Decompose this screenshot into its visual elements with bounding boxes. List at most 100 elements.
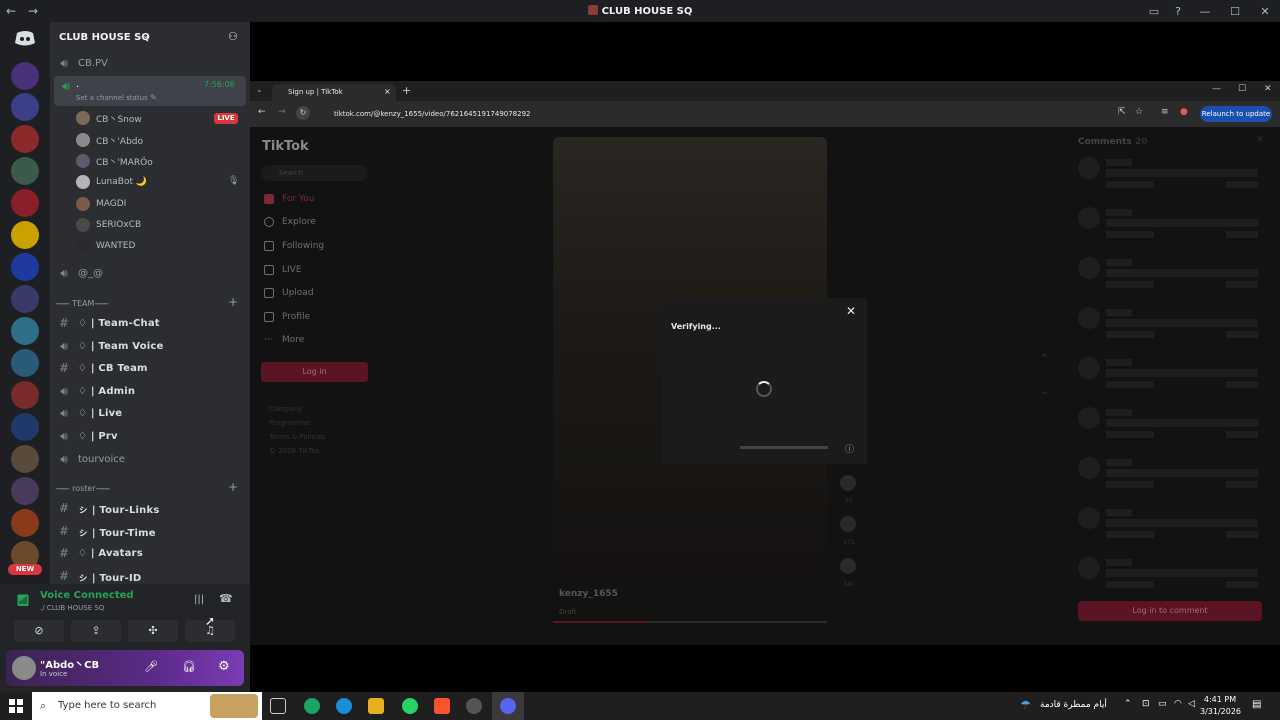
server-icon[interactable] [11,285,39,313]
windows-start-icon[interactable] [9,699,23,713]
comment-icon[interactable] [840,475,856,491]
category-team[interactable]: -̶-̶-̶-̶ TEAM -̶-̶-̶-̶ [58,299,109,308]
channel-active[interactable]: 🔊︎ . 7:56:06 Set a channel status ✎ [54,76,246,106]
footer-link[interactable]: Programme [269,419,310,427]
channel-admin[interactable]: 🔊︎ ♢ | Admin [54,381,246,401]
channel-tour-time[interactable]: # ㇱ | Tour-Time [54,521,246,541]
server-icon[interactable] [11,253,39,281]
maximize-button[interactable]: ☐ [1220,5,1250,18]
nav-more[interactable]: ··· More [264,335,304,345]
server-icon[interactable] [11,509,39,537]
back-arrow-icon[interactable]: ← [258,107,266,117]
file-explorer-icon[interactable] [368,698,384,714]
browser-tab[interactable]: Sign up | TikTok × [272,84,396,101]
footer-link[interactable]: Terms & Policies [269,433,325,441]
server-icon[interactable] [11,62,39,90]
new-tab-icon[interactable]: + [402,84,411,97]
channel-avatars[interactable]: # ♢ | Avatars [54,543,246,563]
close-button[interactable]: ✕ [1264,84,1272,94]
server-icon[interactable] [11,189,39,217]
chevron-up-icon[interactable]: ⌃ [1124,699,1132,709]
channel-cbpv[interactable]: 🔊︎ CB.PV [54,53,246,73]
headphones-icon[interactable]: 🎧︎ [182,660,196,673]
noise-suppression-icon[interactable]: ||| [194,594,204,605]
disconnect-icon[interactable]: ☎ [219,592,233,605]
activities-button[interactable]: ✣ [128,620,178,642]
volume-icon[interactable]: ◁ [1188,699,1195,709]
nav-live[interactable]: LIVE [264,265,302,275]
voice-user[interactable]: CB丶Snow [76,108,142,128]
nav-profile[interactable]: Profile [264,312,310,322]
app-icon[interactable] [466,698,482,714]
category-roster[interactable]: -̶-̶-̶-̶ roster -̶-̶-̶-̶ [58,484,110,493]
share-icon[interactable] [840,558,856,574]
voice-user[interactable]: WANTED [76,236,135,256]
profile-icon[interactable]: ● [1180,107,1188,117]
search-input[interactable]: Search [261,165,368,181]
channel-team-chat[interactable]: # ♢ | Team-Chat [54,313,246,333]
install-icon[interactable]: ⇱ [1118,107,1126,117]
url-field[interactable]: tiktok.com/@kenzy_1655/video/76216451917… [314,106,1114,122]
channel-misc[interactable]: 🔊︎ @_@ [54,263,246,283]
discord-taskbar-item[interactable] [492,692,524,720]
server-icon[interactable] [11,477,39,505]
server-header[interactable]: CLUB HOUSE SQ ⌄ ⚇ [50,22,250,54]
voice-channel[interactable]: ./ CLUB HOUSE SQ [40,604,104,612]
channel-tourvoice[interactable]: 🔊︎ tourvoice [54,449,246,469]
brave-icon[interactable] [434,698,450,714]
help-icon[interactable]: ? [1166,5,1190,18]
search-highlight-image[interactable] [210,694,258,718]
video-off-button[interactable]: ⊘ [14,620,64,642]
battery-icon[interactable]: ▭ [1158,699,1167,709]
server-icon[interactable] [11,125,39,153]
chrome-icon[interactable] [304,698,320,714]
user-avatar[interactable] [12,656,36,680]
user-panel[interactable]: "Abdo丶CB In voice 🎤︎ 🎧︎ ⚙ [6,650,244,686]
task-view-icon[interactable] [270,698,286,714]
nav-following[interactable]: Following [264,241,324,251]
voice-user[interactable]: CB丶'MARÖo [76,151,153,171]
screen-share-button[interactable]: ⇪ [71,620,121,642]
whatsapp-icon[interactable] [402,698,418,714]
minimize-button[interactable]: — [1190,5,1220,18]
server-icon[interactable] [11,445,39,473]
chevron-up-icon[interactable]: ⌃ [1040,352,1049,365]
server-icon[interactable] [11,157,39,185]
microphone-icon[interactable]: 🎤︎ [144,660,158,673]
nav-for-you[interactable]: For You [264,194,314,204]
relaunch-button[interactable]: Relaunch to update [1200,106,1272,122]
info-icon[interactable]: ⓘ [845,442,854,455]
login-button[interactable]: Log in [261,362,368,382]
video-progress[interactable] [553,621,827,623]
star-icon[interactable]: ☆ [1135,107,1143,117]
server-icon[interactable] [11,317,39,345]
server-icon[interactable] [11,381,39,409]
nav-explore[interactable]: Explore [264,217,316,227]
extensions-icon[interactable]: ≡ [1161,107,1169,117]
pencil-icon[interactable]: ✎ [150,93,157,102]
tab-close-icon[interactable]: × [384,87,391,96]
channel-tour-id[interactable]: # ㇱ | Tour-ID [54,566,246,584]
chevron-down-icon[interactable]: ⌄ [1040,384,1049,397]
nav-upload[interactable]: Upload [264,288,314,298]
channel-tour-links[interactable]: # ㇱ | Tour-Links [54,498,246,518]
bookmark-icon[interactable] [840,516,856,532]
add-channel-icon[interactable]: + [228,295,238,309]
video-author[interactable]: kenzy_1655 [559,589,618,599]
minimize-button[interactable]: — [1212,84,1221,94]
close-icon[interactable]: ✕ [1256,135,1264,145]
edge-icon[interactable] [336,698,352,714]
maximize-button[interactable]: ☐ [1238,84,1246,94]
clock[interactable]: 4:41 PM 3/31/2026 [1200,694,1241,718]
channel-prv[interactable]: 🔊︎ ♢ | Prv [54,426,246,446]
settings-gear-icon[interactable]: ⚙ [218,659,230,674]
discord-home-icon[interactable] [11,28,39,56]
tiktok-logo[interactable]: TikTok [262,139,309,154]
tab-menu-icon[interactable]: ⌄ [256,85,263,94]
voice-user[interactable]: MAGDI [76,194,126,214]
set-status-link[interactable]: Set a channel status [76,94,148,102]
footer-link[interactable]: Company [269,405,302,413]
inbox-icon[interactable]: ▭ [1142,5,1166,18]
voice-user[interactable]: LunaBot 🌙 [76,172,147,192]
channel-live[interactable]: 🔊︎ ♢ | Live [54,403,246,423]
